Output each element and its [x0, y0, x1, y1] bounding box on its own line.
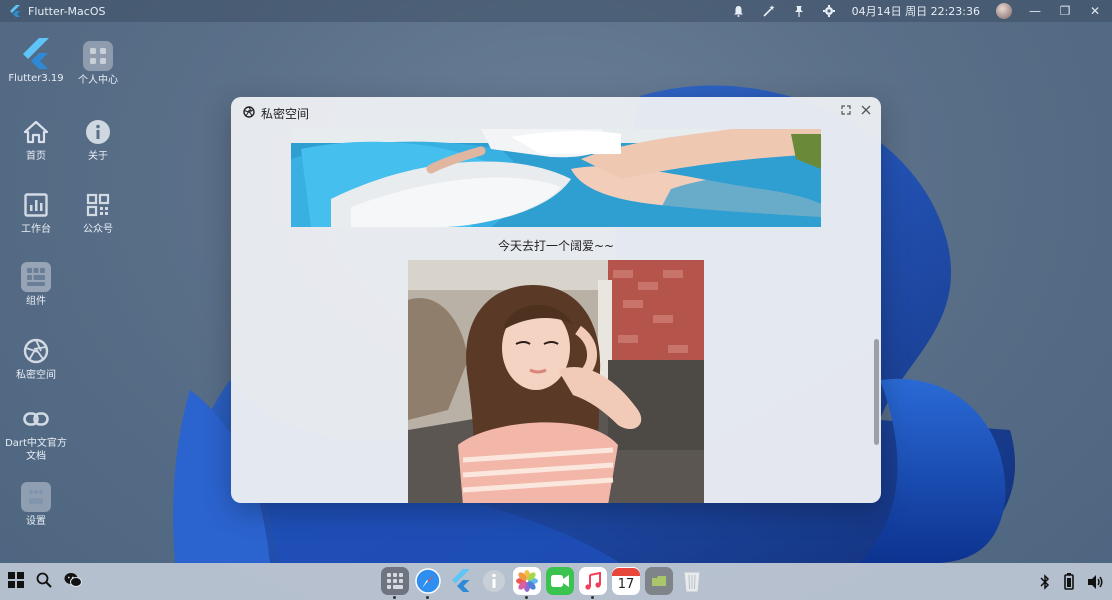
desktop-item-private-space[interactable]: 私密空间: [5, 336, 67, 382]
post-caption: 今天去打一个阔爱~~: [497, 239, 615, 253]
fullscreen-icon[interactable]: [839, 104, 853, 118]
volume-icon[interactable]: [1088, 574, 1104, 593]
taskbar-dock: 17: [0, 563, 1112, 600]
trash-icon[interactable]: [678, 567, 706, 595]
flutter-icon[interactable]: [447, 567, 475, 595]
desktop-item-label: Flutter3.19: [8, 73, 64, 84]
battery-icon[interactable]: [1064, 573, 1074, 594]
desktop-item-label: 关于: [88, 151, 108, 162]
desktop-item-about[interactable]: 关于: [67, 117, 129, 163]
private-space-window: 私密空间 今天去打一个阔爱~~: [231, 97, 881, 503]
photo-lounging[interactable]: [291, 129, 821, 227]
settings-grid-icon: [21, 482, 51, 512]
widget-grid-icon: [21, 262, 51, 292]
desktop-item-label: 公众号: [83, 224, 113, 235]
magic-wand-icon[interactable]: [762, 4, 776, 18]
home-icon: [21, 117, 51, 147]
info-icon[interactable]: [480, 567, 508, 595]
desktop-item-label: 工作台: [21, 224, 51, 235]
chart-icon: [21, 190, 51, 220]
desktop-item-profile[interactable]: 个人中心: [67, 41, 129, 87]
info-icon: [83, 117, 113, 147]
desktop-item-home[interactable]: 首页: [5, 117, 67, 163]
safari-icon[interactable]: [414, 567, 442, 599]
clock: 04月14日 周日 22:23:36: [851, 5, 980, 18]
app-title: Flutter-MacOS: [28, 4, 106, 18]
desktop-item-wechat-account[interactable]: 公众号: [67, 190, 129, 236]
desktop-item-label: 设置: [26, 516, 46, 527]
app-grid-icon: [83, 41, 113, 71]
photos-icon[interactable]: [513, 567, 541, 599]
desktop-item-settings[interactable]: 设置: [5, 482, 67, 528]
minimize-icon[interactable]: —: [1028, 4, 1042, 18]
window-title: 私密空间: [261, 107, 310, 121]
gear-icon[interactable]: [822, 4, 836, 18]
flutter-logo-icon: [21, 38, 51, 69]
avatar[interactable]: [996, 3, 1012, 19]
aperture-icon: [243, 106, 255, 121]
window-content: 今天去打一个阔爱~~: [231, 129, 881, 503]
aperture-icon: [21, 336, 51, 366]
pin-icon[interactable]: [792, 4, 806, 18]
folder-icon[interactable]: [645, 567, 673, 595]
desktop-icons: Flutter3.19 个人中心 首页 关于 工作台 公众号 组件 私密空间 D…: [0, 22, 140, 562]
window-title-bar: 私密空间: [243, 105, 309, 122]
desktop-item-label: Dart中文官方文档: [5, 438, 67, 462]
bell-icon[interactable]: [732, 4, 746, 18]
menu-bar: Flutter-MacOS 04月14日 周日 22:23:36 — ❐ ✕: [0, 0, 1112, 22]
desktop-item-label: 首页: [26, 151, 46, 162]
photo-portrait[interactable]: [408, 260, 704, 503]
bluetooth-icon[interactable]: [1040, 573, 1050, 594]
scrollbar[interactable]: [874, 339, 879, 445]
desktop-item-workbench[interactable]: 工作台: [5, 190, 67, 236]
link-icon: [21, 404, 51, 434]
flutter-logo-icon: [8, 4, 22, 18]
music-icon[interactable]: [579, 567, 607, 599]
calendar-icon[interactable]: 17: [612, 567, 640, 595]
desktop-item-dart-docs[interactable]: Dart中文官方文档: [5, 404, 67, 463]
facetime-icon[interactable]: [546, 567, 574, 595]
wechat-icon[interactable]: [64, 572, 82, 592]
close-icon[interactable]: ✕: [1088, 4, 1102, 18]
desktop-item-flutter[interactable]: Flutter3.19: [5, 38, 67, 85]
search-icon[interactable]: [36, 572, 52, 592]
calendar-day: 17: [617, 577, 635, 592]
desktop-item-label: 私密空间: [16, 370, 56, 381]
window-close-icon[interactable]: [859, 104, 873, 118]
desktop-item-label: 组件: [26, 296, 46, 307]
restore-icon[interactable]: ❐: [1058, 4, 1072, 18]
desktop-item-widgets[interactable]: 组件: [5, 262, 67, 308]
qrcode-icon: [83, 190, 113, 220]
desktop-item-label: 个人中心: [78, 75, 118, 86]
windows-start-icon[interactable]: [8, 572, 24, 592]
launchpad-icon[interactable]: [381, 567, 409, 599]
